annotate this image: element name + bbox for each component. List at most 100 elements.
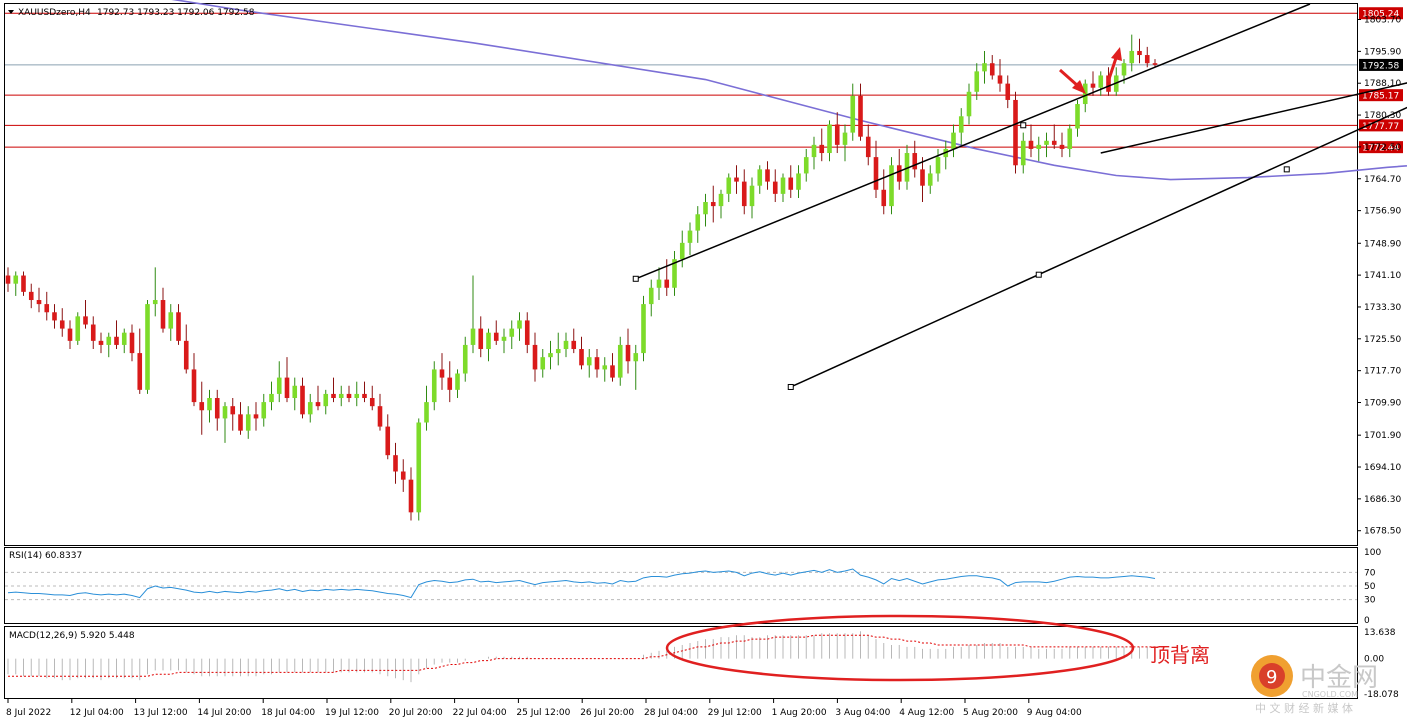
y-tick-label: 1772.50 — [1364, 143, 1401, 153]
bull-candle — [811, 144, 817, 158]
bull-candle — [958, 116, 964, 133]
bear-candle — [439, 369, 445, 378]
bear-candle — [21, 275, 26, 292]
bear-candle — [788, 177, 794, 190]
y-tick-label: 1725.50 — [1364, 335, 1401, 345]
bear-candle — [1059, 144, 1065, 149]
bear-candle — [858, 95, 863, 137]
bull-candle — [1075, 104, 1080, 129]
rsi-pane[interactable] — [4, 547, 1358, 624]
bear-candle — [160, 300, 166, 329]
bear-candle — [362, 393, 367, 399]
y-tick-label: 1788.10 — [1364, 79, 1401, 89]
bull-candle — [462, 344, 468, 374]
bear-candle — [346, 393, 352, 399]
x-tick-label: 19 Jul 12:00 — [325, 708, 379, 718]
bull-candle — [13, 275, 19, 284]
y-tick-label: 1678.50 — [1364, 527, 1401, 537]
trendline-anchor — [787, 383, 794, 390]
bull-candle — [1082, 83, 1088, 105]
svg-text:9: 9 — [1266, 667, 1277, 688]
bull-candle — [641, 304, 646, 354]
bull-candle — [966, 91, 972, 117]
bear-candle — [36, 300, 42, 305]
bear-candle — [1144, 55, 1150, 64]
bull-candle — [796, 173, 801, 190]
trendline-anchor — [1283, 166, 1290, 173]
bull-candle — [889, 165, 894, 207]
bear-candle — [594, 357, 600, 370]
x-tick-label: 4 Aug 12:00 — [899, 708, 954, 718]
bull-candle — [718, 193, 724, 207]
bull-candle — [749, 185, 755, 207]
bear-candle — [571, 340, 577, 350]
bear-candle — [83, 316, 88, 325]
bull-candle — [850, 95, 856, 133]
bear-candle — [331, 393, 336, 399]
y-tick-label: 1717.70 — [1364, 367, 1401, 377]
divergence-label: 顶背离 — [1150, 643, 1210, 667]
bull-candle — [757, 169, 763, 186]
bull-candle — [555, 349, 561, 354]
bear-candle — [5, 275, 11, 284]
bull-candle — [982, 63, 987, 72]
bear-candle — [1137, 50, 1142, 56]
bear-candle — [710, 202, 716, 207]
bull-candle — [245, 414, 251, 431]
bear-candle — [579, 349, 584, 366]
bear-candle — [28, 291, 34, 301]
current-price-label: 1792.58 — [1362, 61, 1399, 71]
rsi-label: RSI(14) 60.8337 — [9, 551, 82, 561]
x-tick-label: 29 Jul 12:00 — [708, 708, 762, 718]
bull-candle — [726, 177, 732, 194]
bull-candle — [222, 406, 228, 419]
bear-candle — [377, 406, 383, 427]
bull-candle — [827, 124, 832, 154]
bull-candle — [687, 230, 693, 243]
bear-candle — [52, 312, 57, 321]
bear-candle — [253, 414, 259, 419]
bear-candle — [734, 177, 739, 182]
y-tick-label: 1741.10 — [1364, 271, 1401, 281]
header: XAUUSDzero,H4 1792.73 1793.23 1792.06 17… — [8, 8, 255, 18]
bear-candle — [493, 332, 499, 341]
bull-candle — [780, 177, 786, 194]
bear-candle — [478, 328, 484, 350]
bear-candle — [300, 385, 305, 415]
bull-candle — [416, 422, 422, 513]
bear-candle — [912, 153, 918, 170]
bear-candle — [176, 312, 181, 341]
bear-candle — [664, 279, 670, 288]
bear-candle — [920, 169, 925, 186]
bear-candle — [393, 455, 398, 472]
rsi-level-label: 70 — [1364, 568, 1376, 578]
bull-candle — [424, 402, 429, 423]
bull-candle — [354, 393, 360, 399]
bull-candle — [486, 332, 491, 350]
y-tick-label: 1795.90 — [1364, 47, 1401, 57]
bull-candle — [276, 377, 282, 394]
bull-candle — [617, 344, 623, 378]
bull-candle — [152, 300, 158, 305]
bear-candle — [1090, 83, 1096, 88]
level-price-label: 1785.17 — [1362, 92, 1399, 102]
level-price-label: 1777.77 — [1362, 122, 1399, 132]
x-tick-label: 3 Aug 04:00 — [835, 708, 890, 718]
bear-candle — [1051, 140, 1057, 145]
macd-label: MACD(12,26,9) 5.920 5.448 — [9, 631, 135, 641]
y-tick-label: 1733.30 — [1364, 303, 1401, 313]
ohlc-readout: 1792.73 1793.23 1792.06 1792.58 — [97, 8, 255, 18]
bull-candle — [501, 336, 507, 341]
bear-candle — [214, 398, 220, 419]
x-tick-label: 25 Jul 12:00 — [516, 708, 570, 718]
bull-candle — [509, 328, 515, 337]
bear-candle — [408, 479, 414, 513]
bear-candle — [896, 165, 902, 182]
macd-level-label: 13.638 — [1364, 628, 1396, 638]
y-tick-label: 1780.30 — [1364, 111, 1401, 121]
x-tick-label: 18 Jul 04:00 — [261, 708, 315, 718]
bull-candle — [695, 214, 701, 231]
main-pane[interactable] — [4, 3, 1358, 546]
bull-candle — [455, 373, 460, 390]
bull-candle — [1036, 144, 1042, 149]
